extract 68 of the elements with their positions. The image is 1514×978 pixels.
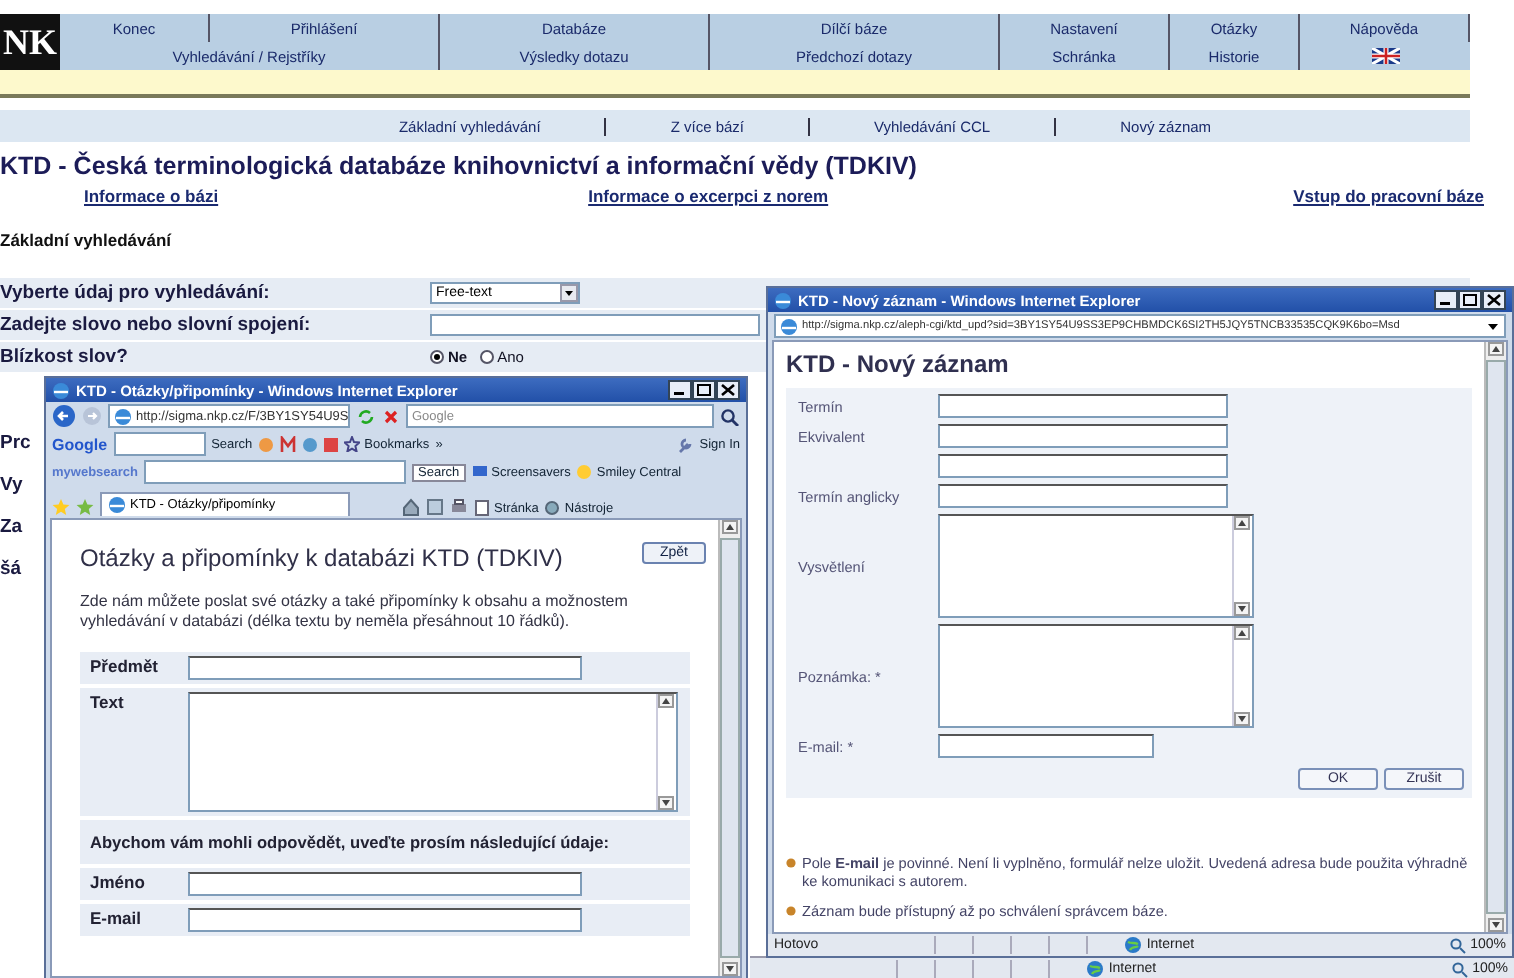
cut-off-text: Vy: [0, 474, 23, 496]
radio-button-icon[interactable]: [479, 350, 494, 364]
window-controls-icon[interactable]: [668, 380, 740, 400]
field-label: Zadejte slovo nebo slovní spojení:: [0, 314, 313, 336]
window-controls-icon[interactable]: [1434, 290, 1506, 310]
zoom-icon: [1450, 937, 1467, 953]
field-label: Předmět: [88, 656, 161, 680]
toolbar-logo: Google: [52, 435, 108, 453]
globe-icon: [1124, 936, 1143, 954]
wrench-icon[interactable]: [675, 435, 694, 453]
cut-off-text: Prc: [0, 432, 31, 454]
section-heading: Základní vyhledávání: [0, 230, 174, 250]
page-heading: Otázky a připomínky k databázi KTD (TDKIV): [80, 544, 563, 572]
scroll-down-arrow-icon[interactable]: [722, 962, 738, 976]
scroll-down-arrow-icon[interactable]: [1234, 602, 1250, 616]
toolbar-search-field[interactable]: [113, 432, 206, 456]
stop-icon[interactable]: [382, 407, 400, 425]
scrollbar[interactable]: [718, 520, 740, 976]
field-label: E-mail: [88, 908, 144, 932]
field-label: Jméno: [88, 872, 147, 896]
intro-text: Zde nám můžete poslat své otázky a také připomínky k obsahu a možnostem vyhledávání v databázi (délka textu by neměla přesáhnout 10 řádků).: [80, 592, 630, 632]
link[interactable]: Vstup do pracovní báze: [1293, 186, 1484, 206]
scroll-down-arrow-icon[interactable]: [658, 796, 674, 810]
text-area-field[interactable]: [938, 624, 1254, 728]
cut-off-text: šá: [0, 558, 22, 580]
scroll-up-arrow-icon[interactable]: [1488, 342, 1504, 356]
input-field[interactable]: [938, 454, 1228, 478]
star-icon: [344, 436, 361, 452]
input-field[interactable]: [938, 394, 1228, 418]
search-icon[interactable]: [720, 407, 740, 425]
flag-icon[interactable]: [1371, 48, 1399, 64]
section-label: Abychom vám mohli odpovědět, uveďte prosím následující údaje:: [88, 830, 612, 856]
text-area-field[interactable]: [938, 514, 1254, 618]
back-button-icon[interactable]: [52, 404, 76, 428]
radio-button-icon[interactable]: [430, 350, 444, 364]
globe-icon: [1086, 960, 1105, 978]
scrollbar[interactable]: [1484, 342, 1506, 932]
favorites-star-icon[interactable]: [52, 498, 70, 516]
page-heading: KTD - Nový záznam: [786, 350, 1011, 378]
input-field[interactable]: [938, 424, 1228, 448]
input-field[interactable]: [188, 872, 582, 896]
bullet-icon: [786, 905, 796, 916]
text-area-field[interactable]: [188, 692, 678, 812]
dropdown-arrow-icon[interactable]: [1486, 318, 1500, 334]
scroll-up-arrow-icon[interactable]: [658, 694, 674, 708]
field-label: Text: [88, 692, 126, 716]
link[interactable]: Informace o bázi: [84, 186, 219, 206]
logo: NK: [0, 14, 60, 70]
print-icon[interactable]: [450, 498, 468, 516]
input-field[interactable]: [188, 908, 582, 932]
field-label: Blízkost slov?: [0, 346, 130, 368]
input-field[interactable]: [188, 656, 582, 680]
page-title: KTD - Česká terminologická databáze knihovnictví a informační vědy (TDKIV): [0, 152, 919, 180]
scroll-down-arrow-icon[interactable]: [1234, 712, 1250, 726]
toolbar-search-field[interactable]: [144, 460, 406, 484]
toolbar-icons-drawing[interactable]: [258, 435, 339, 453]
field-label: Vyberte údaj pro vyhledávání:: [0, 282, 272, 304]
scroll-up-arrow-icon[interactable]: [722, 520, 738, 534]
scroll-up-arrow-icon[interactable]: [1234, 626, 1250, 640]
bullet-icon: [786, 858, 796, 868]
input-field[interactable]: [938, 734, 1154, 758]
scroll-down-arrow-icon[interactable]: [1488, 918, 1504, 932]
search-input[interactable]: [430, 314, 760, 336]
zoom-icon: [1452, 961, 1469, 977]
input-field[interactable]: [938, 484, 1228, 508]
cut-off-text: Za: [0, 516, 23, 538]
link[interactable]: Informace o excerpci z norem: [588, 186, 829, 206]
scroll-up-arrow-icon[interactable]: [1234, 516, 1250, 530]
